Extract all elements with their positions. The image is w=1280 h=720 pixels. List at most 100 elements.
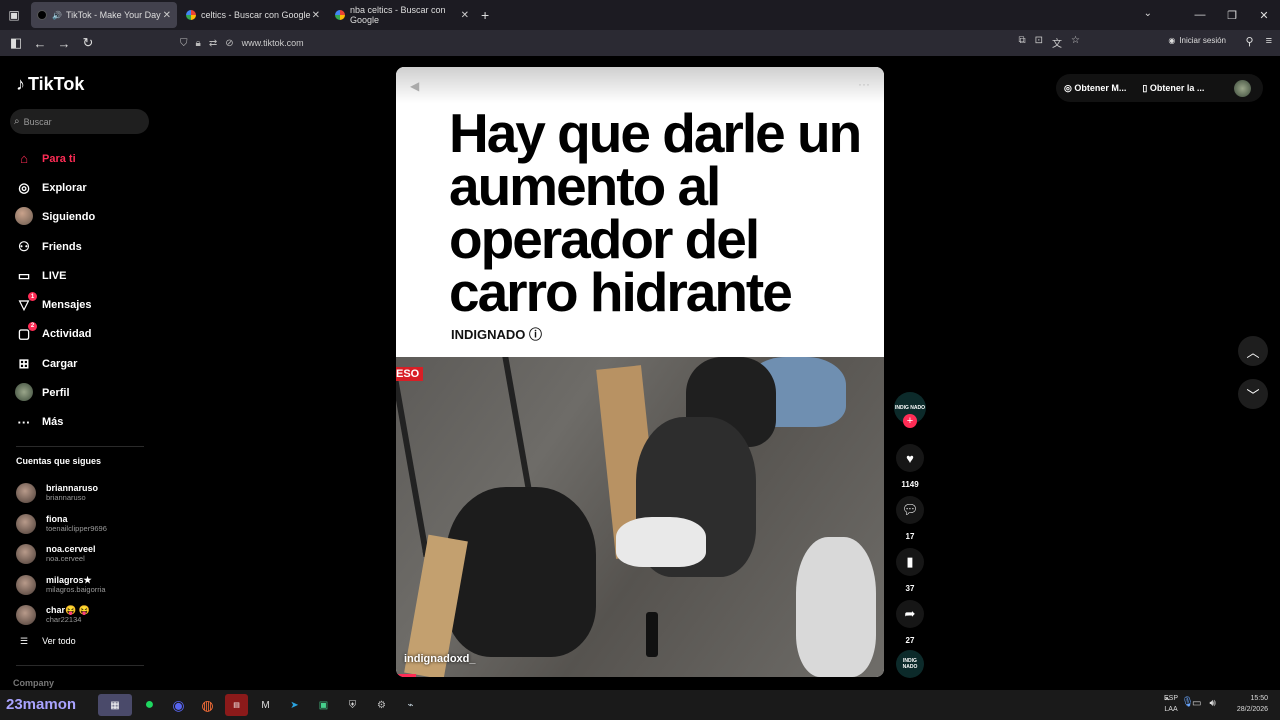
next-video-button[interactable]: ﹀ (1238, 379, 1268, 409)
share-button[interactable]: ➦ 27 (892, 600, 928, 645)
more-options-icon[interactable]: ··· (858, 77, 870, 91)
task-view-icon[interactable]: ▦ (98, 694, 132, 716)
account-item[interactable]: briannaruso briannaruso (16, 478, 107, 509)
chevron-down-icon[interactable]: ⌄ (1144, 8, 1152, 19)
profile-avatar-icon (14, 382, 34, 404)
forward-icon[interactable]: → (52, 36, 76, 51)
tab-list-icon[interactable]: ▣ (0, 0, 28, 30)
home-icon: ⌂ (20, 151, 28, 167)
account-item[interactable]: milagros★ milagros.baigorria (16, 570, 107, 601)
account-item[interactable]: char😝 😝 char22134 (16, 600, 107, 631)
video-progress-bar[interactable] (396, 674, 416, 677)
tab-nba-celtics[interactable]: nba celtics - Buscar con Google ✕ (329, 2, 475, 28)
like-button[interactable]: ♥ 1149 (892, 444, 928, 489)
chevron-down-icon: ﹀ (1246, 387, 1260, 403)
url-text[interactable]: www.tiktok.com (242, 38, 304, 48)
video-frame: ESO (396, 357, 884, 677)
save-button[interactable]: ▮ 37 (892, 548, 928, 593)
close-tab-icon[interactable]: ✕ (163, 10, 171, 21)
language-indicator[interactable]: ESP LAA (1164, 693, 1178, 715)
close-window-icon[interactable]: ✕ (1248, 9, 1280, 22)
picture-in-picture-icon[interactable]: ⧉ (1019, 35, 1026, 50)
epic-app-icon[interactable]: M (254, 694, 277, 716)
bookmark-star-icon[interactable]: ☆ (1071, 35, 1080, 50)
windows-taskbar: 23mamon ▦ ● ◉ ◍ ▤ M ➤ ▣ ⛨ ⚙ ⌁ ⌃ 🎙︎ ESP L… (0, 690, 1280, 720)
uploader-name[interactable]: indignadoxd_ (404, 653, 476, 665)
steam-icon[interactable]: ⌁ (399, 694, 422, 716)
weather-widget[interactable]: 23mamon (6, 696, 76, 713)
video-headline: Hay que darle un aumento al operador del… (449, 102, 862, 323)
discord-icon[interactable]: ◉ (167, 694, 190, 716)
tiktok-logo[interactable]: ♪ TikTok (16, 74, 84, 95)
notification-badge: 1 (28, 292, 37, 302)
url-bar[interactable]: ⛉ 🔒︎ ⇄ ⊘ www.tiktok.com (180, 32, 1080, 54)
menu-item-explorar[interactable]: ◎ Explorar (14, 173, 95, 202)
new-tab-icon[interactable]: + (481, 7, 489, 23)
menu-item-perfil[interactable]: Perfil (14, 378, 95, 407)
close-tab-icon[interactable]: ✕ (461, 10, 469, 21)
minimize-icon[interactable]: — (1184, 9, 1216, 21)
sidebar-toggle-icon[interactable]: ◧ (4, 35, 28, 51)
game-launcher-icon[interactable]: ▤ (225, 694, 248, 716)
video-player[interactable]: ◀ ··· Hay que darle un aumento al operad… (396, 67, 884, 677)
live-tag: ESO (396, 367, 424, 381)
more-icon: ··· (17, 414, 31, 430)
menu-icon[interactable]: ≡ (1266, 35, 1272, 48)
profile-avatar[interactable] (1234, 80, 1251, 97)
lock-icon[interactable]: 🔒︎ (196, 38, 201, 49)
close-tab-icon[interactable]: ✕ (312, 10, 320, 21)
avatar (16, 513, 36, 534)
tab-tiktok[interactable]: 🔊 TikTok - Make Your Day ✕ (31, 2, 177, 28)
menu-item-cargar[interactable]: ⊞ Cargar (14, 349, 95, 378)
restore-icon[interactable]: ❐ (1216, 9, 1248, 22)
tracking-icon[interactable]: ⊘ (225, 38, 233, 49)
chat-app-icon[interactable]: ▣ (312, 694, 335, 716)
follow-plus-icon[interactable]: + (903, 414, 917, 428)
tab-celtics[interactable]: celtics - Buscar con Google ✕ (180, 2, 326, 28)
clock[interactable]: 15:50 28/2/2026 (1237, 693, 1268, 715)
divider (16, 446, 144, 447)
comment-button[interactable]: 💬︎ 17 (892, 496, 928, 541)
like-count: 1149 (901, 480, 919, 489)
tab-title: TikTok - Make Your Day (65, 10, 161, 20)
reload-icon[interactable]: ↻ (76, 35, 100, 51)
see-all-link[interactable]: ☰ Ver todo (20, 636, 76, 647)
menu-item-mas[interactable]: ··· Más (14, 408, 95, 437)
firefox-icon[interactable]: ◍ (196, 694, 219, 716)
save-page-icon[interactable]: ⊡ (1035, 35, 1043, 50)
network-icon[interactable]: ▭ (1192, 698, 1201, 709)
account-item[interactable]: noa.cerveel noa.cerveel (16, 539, 107, 570)
translate-icon[interactable]: 文 (1052, 35, 1062, 50)
company-link[interactable]: Company (13, 678, 54, 688)
share-count: 27 (905, 636, 915, 645)
volume-icon[interactable]: 🔊︎ (1209, 698, 1215, 709)
get-pill: ◎ Obtener M... ▯ Obtener la ... (1056, 74, 1263, 102)
get-coins-button[interactable]: ◎ Obtener M... (1064, 83, 1126, 94)
speaker-icon[interactable]: 🔊 (52, 11, 62, 20)
menu-item-live[interactable]: ▭ LIVE (14, 261, 95, 290)
permissions-icon[interactable]: ⇄ (209, 38, 217, 49)
settings-icon[interactable]: ⚙ (370, 694, 393, 716)
epic-games-icon[interactable]: ⛨ (341, 694, 364, 716)
music-disc[interactable]: INDIG NADO (896, 650, 924, 678)
menu-item-para-ti[interactable]: ⌂ Para ti (14, 144, 95, 173)
extensions-icon[interactable]: ⚲ (1246, 35, 1254, 48)
menu-item-mensajes[interactable]: ▽ 1 Mensajes (14, 290, 95, 319)
avatar (16, 605, 36, 626)
previous-video-button[interactable]: ︿ (1238, 336, 1268, 366)
telegram-icon[interactable]: ➤ (283, 694, 306, 716)
spotify-icon[interactable]: ● (138, 694, 161, 716)
menu-item-siguiendo[interactable]: Siguiendo (14, 203, 95, 232)
volume-icon[interactable]: ◀ (410, 79, 419, 93)
chevron-up-icon: ︿ (1246, 344, 1260, 360)
back-icon[interactable]: ← (28, 36, 52, 51)
following-title: Cuentas que sigues (16, 456, 102, 466)
signin-button[interactable]: ◉ Iniciar sesión (1168, 36, 1226, 45)
menu-item-friends[interactable]: ⚇ Friends (14, 232, 95, 261)
search-input[interactable]: ⌕ Buscar (10, 109, 149, 134)
menu-item-actividad[interactable]: ▢ 2 Actividad (14, 320, 95, 349)
shield-icon[interactable]: ⛉ (180, 38, 188, 49)
tab-title: celtics - Buscar con Google (201, 10, 311, 20)
get-app-button[interactable]: ▯ Obtener la ... (1142, 83, 1204, 94)
account-item[interactable]: fiona toenailclipper9696 (16, 509, 107, 540)
